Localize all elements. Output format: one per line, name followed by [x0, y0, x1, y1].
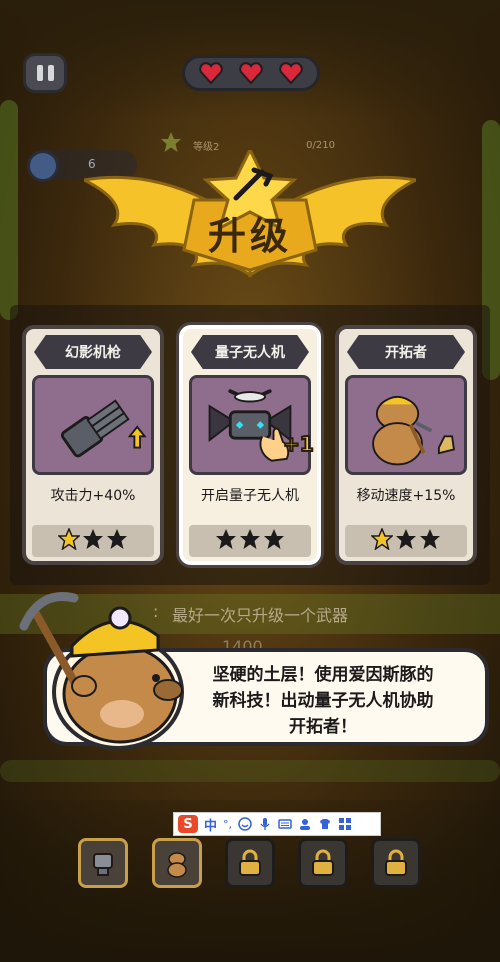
dialog-line: 开拓者！: [289, 717, 357, 737]
card-title: 量子无人机: [215, 345, 285, 361]
weapon-slot-locked[interactable]: [225, 838, 275, 888]
capybara-miner-character: [19, 592, 184, 750]
heart-icon: [199, 62, 223, 85]
ime-logo[interactable]: S: [178, 815, 198, 833]
card-image: [32, 375, 154, 475]
weapon-slot[interactable]: [152, 838, 202, 888]
card-stars: [189, 525, 311, 557]
star-empty-icon: [419, 528, 441, 554]
heart-icon: [239, 62, 263, 85]
depth-icon: [27, 150, 59, 182]
keyboard-icon[interactable]: [278, 817, 292, 831]
weapon-slot[interactable]: [78, 838, 128, 888]
weapon-slot-locked[interactable]: [371, 838, 421, 888]
hint-text: 最好一次只升级一个武器: [172, 606, 349, 625]
card-stars: [345, 525, 467, 557]
star-empty-icon: [82, 528, 104, 554]
level-up-title: 升级: [207, 214, 292, 258]
dialog-line: 新科技！出动量子无人机协助: [212, 691, 434, 711]
card-title: 幻影机枪: [65, 345, 121, 361]
ime-punctuation-toggle[interactable]: °,: [223, 818, 232, 831]
card-description: 开启量子无人机: [201, 488, 299, 504]
star-empty-icon: [239, 528, 261, 554]
plus-one-badge: +1: [282, 431, 315, 457]
skin-icon[interactable]: [318, 817, 332, 831]
dialog-line: 坚硬的土层！使用爱因斯豚的: [212, 665, 434, 685]
grass-strip: [0, 760, 500, 782]
card-tag: 幻影机枪: [34, 335, 152, 369]
star-empty-icon: [106, 528, 128, 554]
card-description: 攻击力+40%: [50, 488, 136, 504]
capybara-miner-icon: [348, 378, 464, 472]
gatling-gun-icon: [35, 378, 151, 472]
star-filled-icon: [370, 527, 394, 554]
card-image: [189, 375, 311, 475]
capybara-miner-icon: [167, 852, 187, 878]
card-title: 开拓者: [385, 345, 427, 361]
gatling-gun-icon: [93, 853, 113, 876]
star-empty-icon: [215, 528, 237, 554]
star-filled-icon: [57, 527, 81, 554]
lock-icon: [239, 849, 261, 876]
drone-icon: [192, 378, 308, 472]
dialog-text: 坚硬的土层！使用爱因斯豚的 新科技！出动量子无人机协助 开拓者！: [183, 662, 463, 740]
card-tag: 开拓者: [347, 335, 465, 369]
card-description: 移动速度+15%: [356, 488, 456, 504]
user-icon[interactable]: [298, 817, 312, 831]
heart-icon: [279, 62, 303, 85]
headlamp-icon: [108, 606, 132, 630]
menu-grid-icon[interactable]: [338, 817, 352, 831]
ime-toolbar[interactable]: S 中 °,: [173, 812, 381, 836]
ime-language-toggle[interactable]: 中: [204, 815, 217, 834]
lives-display: [182, 55, 320, 91]
upgrade-card-phantom-gun[interactable]: 幻影机枪 攻击力+40%: [22, 325, 164, 565]
pickaxe-icon: [19, 592, 79, 631]
emoji-icon[interactable]: [238, 817, 252, 831]
microphone-icon[interactable]: [258, 817, 272, 831]
card-stars: [32, 525, 154, 557]
pause-icon: [36, 65, 43, 81]
upgrade-card-pioneer[interactable]: 开拓者 移动速度+15%: [335, 325, 477, 565]
pause-button[interactable]: [23, 53, 67, 93]
card-tag: 量子无人机: [191, 335, 309, 369]
star-empty-icon: [395, 528, 417, 554]
star-empty-icon: [263, 528, 285, 554]
xp-progress-label: 0/210: [306, 139, 335, 151]
weapon-slot-locked[interactable]: [298, 838, 348, 888]
card-image: [345, 375, 467, 475]
lock-icon: [312, 849, 334, 876]
lock-icon: [385, 849, 407, 876]
